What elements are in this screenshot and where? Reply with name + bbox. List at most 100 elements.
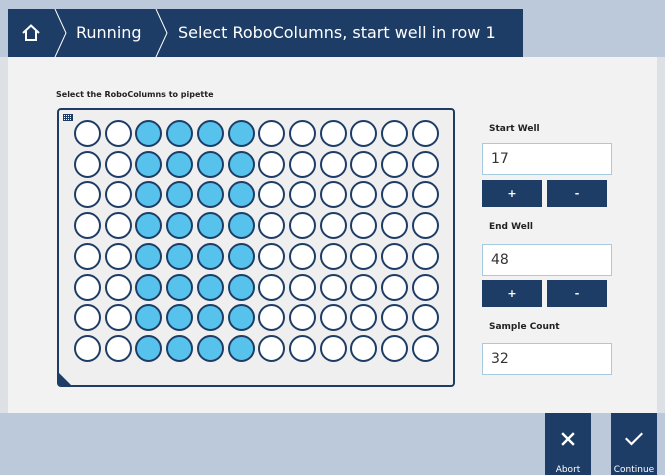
end-well-decrement-button[interactable]: - — [547, 280, 607, 307]
well[interactable] — [104, 150, 132, 178]
well[interactable] — [135, 181, 163, 209]
well[interactable] — [74, 150, 101, 178]
well[interactable] — [288, 120, 316, 147]
well[interactable] — [288, 242, 316, 270]
well[interactable] — [319, 273, 347, 301]
well[interactable] — [319, 304, 347, 332]
well[interactable] — [227, 334, 255, 362]
well[interactable] — [227, 150, 255, 178]
well[interactable] — [104, 242, 132, 270]
well[interactable] — [227, 242, 255, 270]
well[interactable] — [258, 120, 286, 147]
well[interactable] — [288, 150, 316, 178]
well[interactable] — [411, 120, 439, 147]
well[interactable] — [381, 212, 408, 240]
well[interactable] — [411, 150, 439, 178]
well[interactable] — [227, 120, 255, 147]
end-well-input[interactable] — [482, 244, 612, 276]
home-button[interactable] — [8, 9, 54, 57]
well[interactable] — [196, 181, 224, 209]
well[interactable] — [74, 181, 101, 209]
start-well-input[interactable] — [482, 143, 612, 175]
well[interactable] — [104, 120, 132, 147]
well[interactable] — [381, 120, 408, 147]
well[interactable] — [258, 273, 286, 301]
well[interactable] — [135, 273, 163, 301]
well[interactable] — [135, 334, 163, 362]
well[interactable] — [411, 181, 439, 209]
well[interactable] — [411, 304, 439, 332]
well[interactable] — [258, 304, 286, 332]
well[interactable] — [74, 334, 101, 362]
breadcrumb-item-running[interactable]: Running — [76, 9, 142, 57]
well[interactable] — [196, 242, 224, 270]
well[interactable] — [104, 212, 132, 240]
well[interactable] — [74, 273, 101, 301]
start-well-increment-button[interactable]: + — [482, 180, 542, 207]
well[interactable] — [381, 150, 408, 178]
well[interactable] — [350, 304, 378, 332]
well[interactable] — [381, 242, 408, 270]
well[interactable] — [166, 212, 194, 240]
well[interactable] — [166, 273, 194, 301]
well[interactable] — [258, 150, 286, 178]
end-well-increment-button[interactable]: + — [482, 280, 542, 307]
well[interactable] — [135, 242, 163, 270]
well[interactable] — [258, 334, 286, 362]
well[interactable] — [227, 304, 255, 332]
well[interactable] — [74, 120, 101, 147]
well[interactable] — [258, 212, 286, 240]
well[interactable] — [104, 304, 132, 332]
well[interactable] — [381, 181, 408, 209]
well[interactable] — [411, 212, 439, 240]
well[interactable] — [350, 150, 378, 178]
well[interactable] — [227, 181, 255, 209]
well[interactable] — [166, 242, 194, 270]
well[interactable] — [350, 334, 378, 362]
well[interactable] — [135, 120, 163, 147]
well[interactable] — [196, 120, 224, 147]
well[interactable] — [104, 334, 132, 362]
well[interactable] — [381, 334, 408, 362]
well[interactable] — [104, 273, 132, 301]
well[interactable] — [319, 334, 347, 362]
well[interactable] — [258, 181, 286, 209]
well[interactable] — [319, 242, 347, 270]
well[interactable] — [135, 212, 163, 240]
well[interactable] — [196, 150, 224, 178]
well[interactable] — [288, 181, 316, 209]
well[interactable] — [319, 120, 347, 147]
grid-icon[interactable] — [63, 114, 73, 121]
well[interactable] — [288, 334, 316, 362]
well[interactable] — [227, 212, 255, 240]
well[interactable] — [381, 273, 408, 301]
well[interactable] — [258, 242, 286, 270]
well[interactable] — [288, 273, 316, 301]
well[interactable] — [411, 334, 439, 362]
well[interactable] — [166, 304, 194, 332]
well[interactable] — [196, 212, 224, 240]
well[interactable] — [411, 273, 439, 301]
well[interactable] — [74, 212, 101, 240]
abort-button[interactable]: Abort — [545, 413, 591, 475]
start-well-decrement-button[interactable]: - — [547, 180, 607, 207]
well[interactable] — [227, 273, 255, 301]
well[interactable] — [166, 150, 194, 178]
well[interactable] — [166, 120, 194, 147]
well[interactable] — [135, 150, 163, 178]
well[interactable] — [350, 212, 378, 240]
well[interactable] — [288, 304, 316, 332]
well[interactable] — [319, 181, 347, 209]
well[interactable] — [411, 242, 439, 270]
well[interactable] — [74, 304, 101, 332]
well[interactable] — [104, 181, 132, 209]
well[interactable] — [350, 181, 378, 209]
well[interactable] — [319, 150, 347, 178]
well[interactable] — [196, 304, 224, 332]
well[interactable] — [166, 181, 194, 209]
well[interactable] — [74, 242, 101, 270]
well[interactable] — [166, 334, 194, 362]
well[interactable] — [288, 212, 316, 240]
well[interactable] — [350, 273, 378, 301]
well[interactable] — [350, 120, 378, 147]
